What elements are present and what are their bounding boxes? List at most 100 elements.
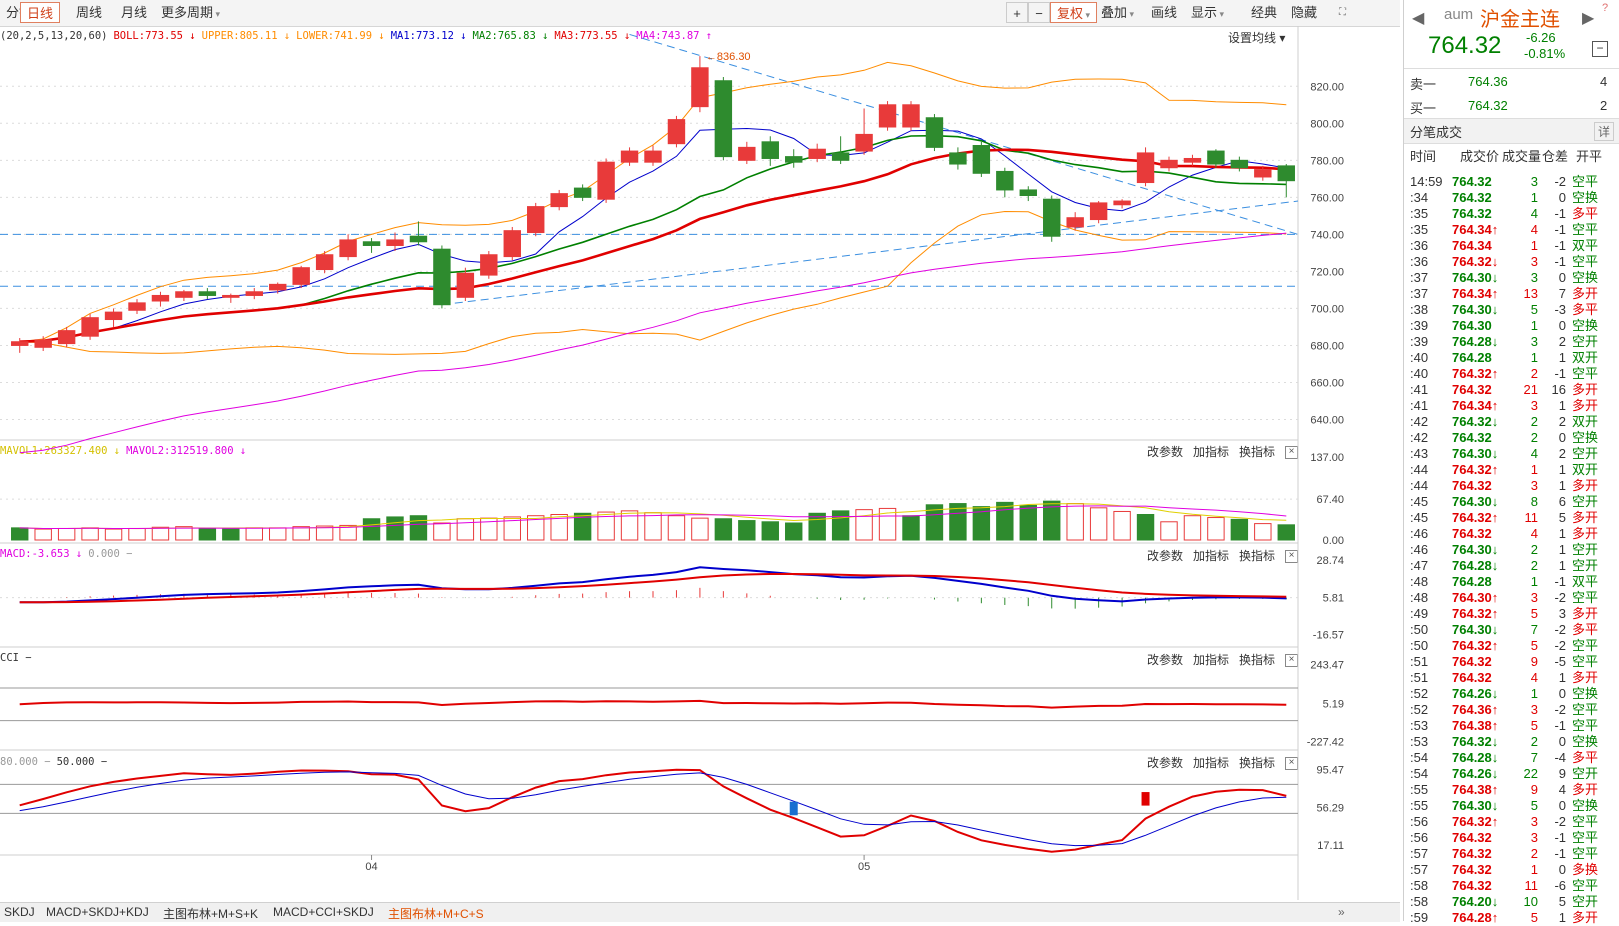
cci-line xyxy=(19,699,1287,709)
tick-volume: 4 xyxy=(1530,206,1538,221)
tick-volume: 3 xyxy=(1530,702,1538,717)
volume-bar xyxy=(104,528,123,541)
candle-body xyxy=(222,294,240,298)
volume-bar xyxy=(128,527,146,541)
contract-code: aum xyxy=(1444,6,1474,23)
boll-upper-line xyxy=(19,61,1287,343)
tick-oi-change: -1 xyxy=(1554,206,1566,221)
scroll-right-icon[interactable]: » xyxy=(1338,905,1345,919)
candle-body xyxy=(1019,189,1037,196)
volume-bar xyxy=(831,510,850,541)
tick-time: :57 xyxy=(1410,846,1429,861)
tick-open-close: 双平 xyxy=(1572,238,1599,253)
help-icon[interactable]: ? xyxy=(1602,2,1608,14)
tick-volume: 1 xyxy=(1530,318,1538,333)
tick-time: :39 xyxy=(1410,334,1429,349)
candle-body xyxy=(1254,169,1272,178)
tick-oi-change: 0 xyxy=(1558,430,1566,445)
col-volume: 成交量 xyxy=(1502,149,1542,164)
tick-volume: 5 xyxy=(1530,798,1538,813)
template-tab[interactable]: 主图布林+M+S+K xyxy=(163,905,258,922)
tick-open-close: 空平 xyxy=(1572,254,1599,269)
tick-volume: 2 xyxy=(1530,366,1538,381)
template-tab[interactable]: SKDJ xyxy=(4,905,35,919)
volume-bar xyxy=(386,516,404,541)
kdj-d-line xyxy=(19,771,1287,847)
kdj-tick-label: 56.29 xyxy=(1316,802,1344,814)
tick-row: :55 764.38↑ 9 4 多开 xyxy=(1404,782,1619,798)
tick-volume: 21 xyxy=(1523,382,1538,397)
tick-open-close: 空平 xyxy=(1572,638,1599,653)
col-oi-change: 仓差 xyxy=(1542,149,1569,164)
contract-name: 沪金主连 xyxy=(1480,9,1560,31)
tick-price: 764.32↑ xyxy=(1452,510,1499,525)
tick-price: 764.20↓ xyxy=(1452,894,1499,909)
tick-oi-change: 0 xyxy=(1558,862,1566,877)
candle-body xyxy=(409,235,428,243)
candle-body xyxy=(1230,159,1249,169)
template-tab[interactable]: MACD+CCI+SKDJ xyxy=(273,905,374,919)
prev-contract-icon[interactable]: ◀ xyxy=(1412,8,1424,28)
volume-bar xyxy=(1066,503,1084,541)
tick-row: :43 764.30↓ 4 2 空开 xyxy=(1404,446,1619,462)
tick-price: 764.32 xyxy=(1452,206,1492,221)
tick-oi-change: -1 xyxy=(1554,366,1566,381)
tick-oi-change: 0 xyxy=(1558,686,1566,701)
tick-oi-change: 6 xyxy=(1558,494,1566,509)
volume-bar xyxy=(1207,517,1225,541)
tick-open-close: 空平 xyxy=(1572,830,1599,845)
tick-volume: 3 xyxy=(1530,830,1538,845)
candle-body xyxy=(761,141,779,159)
tick-open-close: 多平 xyxy=(1572,302,1599,317)
kline-chart[interactable]: ←836.30 820.00 800.00 780.00 760.00 740.00 72… xyxy=(0,0,1400,900)
tick-row: :40 764.28 1 1 双开 xyxy=(1404,350,1619,366)
tick-volume: 11 xyxy=(1524,510,1539,525)
tick-time: :35 xyxy=(1410,222,1429,237)
tick-open-close: 双开 xyxy=(1572,350,1599,365)
ticks-title: 分笔成交 xyxy=(1410,125,1463,140)
candle-body xyxy=(1207,150,1225,165)
volume-bar xyxy=(1136,514,1155,541)
candle-body xyxy=(315,254,334,271)
tick-row: :42 764.32 2 0 空换 xyxy=(1404,430,1619,446)
candle-body xyxy=(597,161,615,200)
tick-volume: 3 xyxy=(1530,270,1538,285)
col-time: 时间 xyxy=(1410,149,1437,164)
candle-body xyxy=(972,145,991,174)
tick-price: 764.30↓ xyxy=(1452,302,1499,317)
tick-oi-change: 3 xyxy=(1558,606,1566,621)
tick-price: 764.30↓ xyxy=(1452,446,1499,461)
tick-oi-change: -2 xyxy=(1554,814,1566,829)
tick-oi-change: 0 xyxy=(1558,318,1566,333)
tick-open-close: 多开 xyxy=(1572,606,1599,621)
ticks-detail-button[interactable]: 详 xyxy=(1594,122,1615,141)
tick-oi-change: 1 xyxy=(1558,398,1566,413)
template-tab-selected[interactable]: 主图布林+M+C+S xyxy=(388,905,484,922)
next-contract-icon[interactable]: ▶ xyxy=(1582,8,1594,28)
trading-terminal: 分钟 日线 周线 月线 更多周期 + − 复权 叠加 画线 显示 经典 隐藏 ⛶… xyxy=(0,0,1619,925)
candle-body xyxy=(691,67,709,108)
tick-oi-change: 5 xyxy=(1558,894,1566,909)
macd-tick-label: -16.57 xyxy=(1313,629,1344,641)
kdj-signal-marker xyxy=(1141,792,1150,806)
tick-price: 764.32↑ xyxy=(1452,606,1499,621)
candle-body xyxy=(198,291,217,296)
tick-price: 764.36↑ xyxy=(1452,702,1499,717)
tick-oi-change: -1 xyxy=(1554,846,1566,861)
tick-price: 764.32 xyxy=(1452,430,1492,445)
tick-open-close: 双开 xyxy=(1572,462,1599,477)
tick-oi-change: 2 xyxy=(1558,414,1566,429)
tick-volume: 1 xyxy=(1530,350,1538,365)
tick-oi-change: 5 xyxy=(1558,510,1566,525)
collapse-icon[interactable]: − xyxy=(1592,41,1608,57)
template-tab[interactable]: MACD+SKDJ+KDJ xyxy=(46,905,149,919)
kdj-tick-label: 17.11 xyxy=(1317,840,1344,852)
tick-price: 764.34↑ xyxy=(1452,286,1499,301)
candle-body xyxy=(503,230,521,258)
tick-volume: 1 xyxy=(1530,462,1538,477)
tick-open-close: 空开 xyxy=(1572,446,1599,461)
candle-body xyxy=(292,267,310,285)
tick-row: :44 764.32↑ 1 1 双开 xyxy=(1404,462,1619,478)
tick-time: 14:59 xyxy=(1410,174,1443,189)
volume-bar xyxy=(362,518,381,541)
